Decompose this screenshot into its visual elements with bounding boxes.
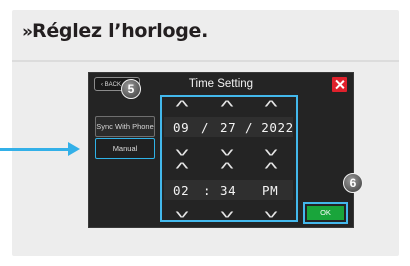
day-up-icon[interactable]: ^ (221, 97, 234, 117)
year-up-icon[interactable]: ^ (265, 97, 278, 117)
manual-button[interactable]: Manual (95, 138, 155, 159)
minute-down-icon[interactable]: ^ (221, 201, 234, 221)
callout-arrow-icon (68, 142, 80, 156)
month-value: 09 (173, 120, 190, 135)
close-icon[interactable] (332, 77, 347, 92)
hour-value: 02 (173, 183, 190, 198)
hour-up-icon[interactable]: ^ (176, 159, 189, 179)
hour-down-icon[interactable]: ^ (176, 201, 189, 221)
minute-value: 34 (220, 183, 237, 198)
step-badge-5: 5 (121, 79, 141, 99)
ampm-up-icon[interactable]: ^ (265, 159, 278, 179)
instruction-text: Réglez l’horloge. (31, 20, 209, 42)
day-value: 27 (220, 120, 237, 135)
ampm-down-icon[interactable]: ^ (265, 201, 278, 221)
minute-up-icon[interactable]: ^ (221, 159, 234, 179)
double-chevron-icon: » (22, 22, 33, 42)
instruction-heading: » Réglez l’horloge. (22, 20, 208, 42)
step-badge-6: 6 (343, 173, 363, 193)
date-separator: / (201, 120, 210, 135)
month-down-icon[interactable]: ^ (176, 139, 189, 159)
day-down-icon[interactable]: ^ (221, 139, 234, 159)
month-up-icon[interactable]: ^ (176, 97, 189, 117)
year-down-icon[interactable]: ^ (265, 139, 278, 159)
date-time-picker: ^ ^ ^ 09 / 27 / 2022 ^ ^ ^ ^ ^ ^ 02 : 34… (160, 95, 298, 222)
sync-with-phone-button[interactable]: Sync With Phone (95, 116, 155, 137)
time-separator: : (203, 183, 212, 198)
year-value: / 2022 (245, 120, 294, 135)
ok-button[interactable]: OK (303, 202, 348, 224)
divider (12, 60, 399, 62)
ampm-value: PM (262, 183, 279, 198)
callout-arrow-line (0, 148, 70, 151)
